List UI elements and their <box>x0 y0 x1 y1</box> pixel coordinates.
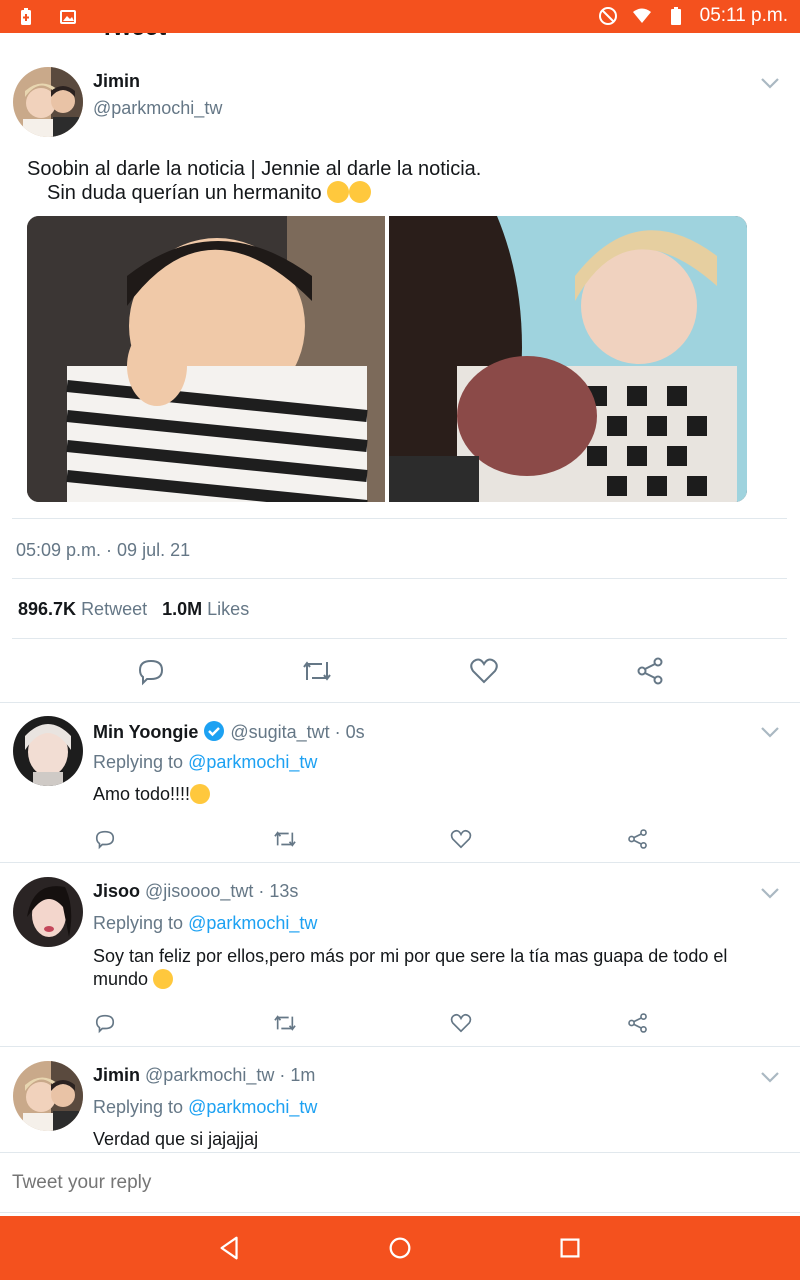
share-icon[interactable] <box>627 828 649 850</box>
replying-to: Replying to @parkmochi_tw <box>93 1097 317 1118</box>
replying-to-handle[interactable]: @parkmochi_tw <box>188 913 317 933</box>
avatar[interactable] <box>13 877 83 947</box>
divider <box>12 518 787 519</box>
image-icon <box>60 10 76 24</box>
reply-header: Jisoo @jisoooo_twt · 13s <box>93 881 298 902</box>
divider <box>0 702 800 703</box>
retweet-icon[interactable] <box>300 656 334 686</box>
divider <box>0 1212 800 1213</box>
share-icon[interactable] <box>627 1012 649 1034</box>
tweet-author-name[interactable]: Jimin <box>93 71 140 92</box>
tweet-author-handle[interactable]: @parkmochi_tw <box>93 98 222 119</box>
likes-count[interactable]: 1.0M <box>162 599 202 619</box>
tweet-text-line1: Soobin al darle la noticia | Jennie al d… <box>27 158 482 180</box>
retweet-icon[interactable] <box>272 1012 298 1034</box>
chevron-down-icon[interactable] <box>760 886 780 900</box>
reply-author-handle-time[interactable]: @jisoooo_twt · 13s <box>145 881 298 901</box>
like-heart-icon[interactable] <box>450 828 472 850</box>
reply-input[interactable] <box>10 1167 784 1199</box>
reply-text: Amo todo!!!! <box>93 784 211 805</box>
reply-author-handle-time[interactable]: @parkmochi_tw · 1m <box>145 1065 315 1085</box>
status-time: 05:11 p.m. <box>699 5 788 26</box>
reply-text: Verdad que si jajajjaj <box>93 1129 259 1149</box>
reply-text-content: Amo todo!!!! <box>93 784 191 804</box>
verified-badge-icon <box>204 721 225 741</box>
recent-apps-icon[interactable] <box>556 1234 584 1262</box>
heart-eyes-emoji-icon <box>190 784 211 804</box>
battery-alert-icon <box>21 8 31 25</box>
reply-icon[interactable] <box>94 828 116 850</box>
replying-to-label: Replying to <box>93 1097 184 1117</box>
chevron-down-icon[interactable] <box>760 76 780 90</box>
reply-composer <box>0 1152 800 1215</box>
tweet-timestamp: 05:09 p.m. · 09 jul. 21 <box>16 540 191 560</box>
reply-text: Soy tan feliz por ellos,pero más por mi … <box>93 945 783 991</box>
retweet-label[interactable]: Retweet <box>81 599 147 619</box>
reply-author-handle-time[interactable]: @sugita_twt · 0s <box>230 722 364 742</box>
reply-header: Min Yoongie @sugita_twt · 0s <box>93 720 365 743</box>
replying-to-handle[interactable]: @parkmochi_tw <box>188 1097 317 1117</box>
chevron-down-icon[interactable] <box>760 725 780 739</box>
tweet-text: Soobin al darle la noticia | Jennie al d… <box>27 157 481 205</box>
reply-text-line2: mundo <box>93 969 149 989</box>
reply-text-line1: Soy tan feliz por ellos,pero más por mi … <box>93 946 728 966</box>
like-heart-icon[interactable] <box>469 656 499 686</box>
navigation-bar <box>0 1216 800 1280</box>
home-icon[interactable] <box>386 1234 414 1262</box>
retweet-icon[interactable] <box>272 828 298 850</box>
back-icon[interactable] <box>216 1234 244 1262</box>
avatar[interactable] <box>13 67 83 137</box>
like-heart-icon[interactable] <box>450 1012 472 1034</box>
replying-to-label: Replying to <box>93 752 184 772</box>
reply-header: Jimin @parkmochi_tw · 1m <box>93 1065 315 1086</box>
divider <box>12 578 787 579</box>
reply-icon[interactable] <box>94 1012 116 1034</box>
replying-to-label: Replying to <box>93 913 184 933</box>
reply-icon[interactable] <box>136 656 166 686</box>
likes-label[interactable]: Likes <box>207 599 249 619</box>
divider <box>0 862 800 863</box>
tweet-text-line2: Sin duda querían un hermanito <box>47 182 322 204</box>
do-not-disturb-icon <box>598 7 617 25</box>
avatar[interactable] <box>13 716 83 786</box>
tweet-media[interactable] <box>27 216 747 502</box>
replying-to-handle[interactable]: @parkmochi_tw <box>188 752 317 772</box>
avatar[interactable] <box>13 1061 83 1131</box>
tweet-stats: 896.7K Retweet 1.0M Likes <box>18 599 249 620</box>
wifi-icon <box>632 8 651 23</box>
divider <box>12 638 787 639</box>
status-bar: 05:11 p.m. <box>0 0 800 33</box>
heart-eyes-emoji-icon <box>153 969 174 989</box>
tweet-media-image <box>27 216 747 502</box>
retweet-count[interactable]: 896.7K <box>18 599 76 619</box>
reply-author-name[interactable]: Jisoo <box>93 881 140 901</box>
replying-to: Replying to @parkmochi_tw <box>93 913 317 934</box>
share-icon[interactable] <box>636 656 666 686</box>
battery-icon <box>670 7 681 25</box>
divider <box>0 1046 800 1047</box>
replying-to: Replying to @parkmochi_tw <box>93 752 317 773</box>
reply-author-name[interactable]: Jimin <box>93 1065 140 1085</box>
chevron-down-icon[interactable] <box>760 1070 780 1084</box>
hugging-face-emoji-icon <box>327 181 350 203</box>
reply-author-name[interactable]: Min Yoongie <box>93 722 198 742</box>
heart-eyes-emoji-icon <box>349 181 372 203</box>
